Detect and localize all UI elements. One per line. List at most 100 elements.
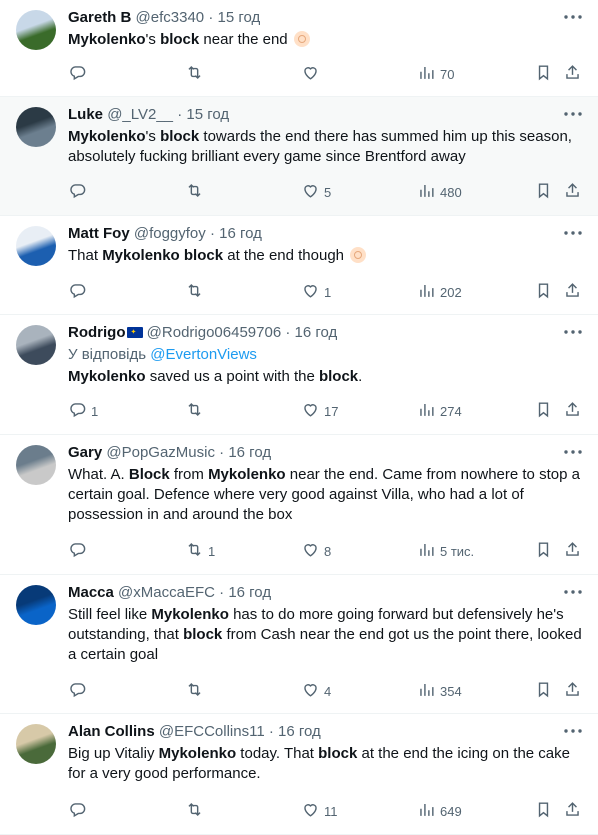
author-name[interactable]: Gary xyxy=(68,444,102,461)
share-button[interactable] xyxy=(563,801,582,821)
retweet-button[interactable] xyxy=(185,64,208,84)
author-handle[interactable]: @_LV2__ xyxy=(107,106,173,123)
bookmark-button[interactable] xyxy=(534,681,553,701)
bookmark-button[interactable] xyxy=(534,801,553,821)
point-up-emoji xyxy=(350,247,367,263)
bookmark-button[interactable] xyxy=(534,541,553,561)
heart-icon xyxy=(301,800,320,822)
author-name[interactable]: Luke xyxy=(68,106,103,123)
reply-button[interactable]: 1 xyxy=(68,401,98,421)
like-button[interactable]: 4 xyxy=(301,681,331,701)
author-handle[interactable]: @Rodrigo06459706 xyxy=(147,324,282,341)
views-button[interactable]: 354 xyxy=(417,681,462,701)
more-options-icon[interactable] xyxy=(562,724,584,738)
reply-button[interactable] xyxy=(68,681,91,701)
avatar[interactable] xyxy=(16,325,56,365)
like-count: 17 xyxy=(324,403,339,419)
like-button[interactable]: 5 xyxy=(301,182,331,202)
bookmark-button[interactable] xyxy=(534,282,553,302)
author-handle[interactable]: @foggyfoy xyxy=(134,225,206,242)
retweet-button[interactable]: 1 xyxy=(185,541,215,561)
avatar[interactable] xyxy=(16,585,56,625)
avatar[interactable] xyxy=(16,226,56,266)
tweet-time[interactable]: 16 год xyxy=(278,723,321,740)
reply-button[interactable] xyxy=(68,182,91,202)
like-button[interactable]: 8 xyxy=(301,541,331,561)
retweet-button[interactable] xyxy=(185,182,208,202)
author-handle[interactable]: @EFCCollins11 xyxy=(159,723,265,740)
share-button[interactable] xyxy=(563,64,582,84)
tweet-time[interactable]: 15 год xyxy=(217,9,260,26)
tweet-time[interactable]: 16 год xyxy=(295,324,338,341)
share-button[interactable] xyxy=(563,541,582,561)
bookmark-icon xyxy=(534,63,553,85)
reply-button[interactable] xyxy=(68,541,91,561)
tweet-time[interactable]: 16 год xyxy=(228,444,271,461)
retweet-button[interactable] xyxy=(185,401,208,421)
author-name[interactable]: Macca xyxy=(68,584,114,601)
share-button[interactable] xyxy=(563,681,582,701)
share-button[interactable] xyxy=(563,182,582,202)
share-button[interactable] xyxy=(563,401,582,421)
avatar[interactable] xyxy=(16,445,56,485)
like-button[interactable]: 11 xyxy=(301,801,338,821)
more-options-icon[interactable] xyxy=(562,585,584,599)
author-handle[interactable]: @xMaccaEFC xyxy=(118,584,215,601)
views-button[interactable]: 274 xyxy=(417,401,462,421)
more-options-icon[interactable] xyxy=(562,226,584,240)
tweet-time[interactable]: 16 год xyxy=(219,225,262,242)
like-button[interactable]: 17 xyxy=(301,401,338,421)
author-handle[interactable]: @PopGazMusic xyxy=(106,444,215,461)
like-count: 8 xyxy=(324,543,332,559)
more-options-icon[interactable] xyxy=(562,107,584,121)
reply-button[interactable] xyxy=(68,64,91,84)
heart-icon xyxy=(301,680,320,702)
views-button[interactable]: 649 xyxy=(417,801,462,821)
author-name[interactable]: Gareth B xyxy=(68,9,131,26)
avatar[interactable] xyxy=(16,107,56,147)
more-options-icon[interactable] xyxy=(562,325,584,339)
like-button[interactable]: 1 xyxy=(301,282,331,302)
reply-button[interactable] xyxy=(68,801,91,821)
retweet-button[interactable] xyxy=(185,282,208,302)
tweet[interactable]: Rodrigo @Rodrigo06459706 · 16 год У відп… xyxy=(0,315,598,435)
bookmark-icon xyxy=(534,800,553,822)
share-button[interactable] xyxy=(563,282,582,302)
tweet-actions: 5 480 xyxy=(68,182,582,202)
avatar[interactable] xyxy=(16,724,56,764)
more-options-icon[interactable] xyxy=(562,10,584,24)
tweet[interactable]: Luke @_LV2__ · 15 год Mykolenko's block … xyxy=(0,97,598,216)
bookmark-icon xyxy=(534,281,553,303)
reply-to-link[interactable]: @EvertonViews xyxy=(150,346,257,363)
bookmark-button[interactable] xyxy=(534,182,553,202)
tweet-header: Macca @xMaccaEFC · 16 год xyxy=(68,583,582,603)
retweet-count: 1 xyxy=(208,543,216,559)
more-options-icon[interactable] xyxy=(562,445,584,459)
author-handle[interactable]: @efc3340 xyxy=(136,9,205,26)
tweet[interactable]: Alan Collins @EFCCollins11 · 16 год Big … xyxy=(0,714,598,835)
tweet-actions: 1 202 xyxy=(68,282,582,302)
author-name[interactable]: Matt Foy xyxy=(68,225,130,242)
tweet[interactable]: Gary @PopGazMusic · 16 год What. A. Bloc… xyxy=(0,435,598,575)
avatar[interactable] xyxy=(16,10,56,50)
tweet-time[interactable]: 15 год xyxy=(186,106,229,123)
retweet-button[interactable] xyxy=(185,681,208,701)
bookmark-button[interactable] xyxy=(534,64,553,84)
views-button[interactable]: 202 xyxy=(417,282,462,302)
views-button[interactable]: 70 xyxy=(417,64,454,84)
reply-button[interactable] xyxy=(68,282,91,302)
tweet-time[interactable]: 16 год xyxy=(228,584,271,601)
views-button[interactable]: 5 тис. xyxy=(417,541,474,561)
author-name[interactable]: Rodrigo xyxy=(68,324,126,341)
retweet-button[interactable] xyxy=(185,801,208,821)
share-icon xyxy=(563,181,582,203)
tweet-header: Rodrigo @Rodrigo06459706 · 16 год xyxy=(68,323,582,343)
like-button[interactable] xyxy=(301,64,324,84)
tweet[interactable]: Gareth B @efc3340 · 15 год Mykolenko's b… xyxy=(0,0,598,97)
tweet[interactable]: Macca @xMaccaEFC · 16 год Still feel lik… xyxy=(0,575,598,714)
author-name[interactable]: Alan Collins xyxy=(68,723,155,740)
tweet[interactable]: Matt Foy @foggyfoy · 16 год That Mykolen… xyxy=(0,216,598,315)
bookmark-button[interactable] xyxy=(534,401,553,421)
views-button[interactable]: 480 xyxy=(417,182,462,202)
share-icon xyxy=(563,680,582,702)
